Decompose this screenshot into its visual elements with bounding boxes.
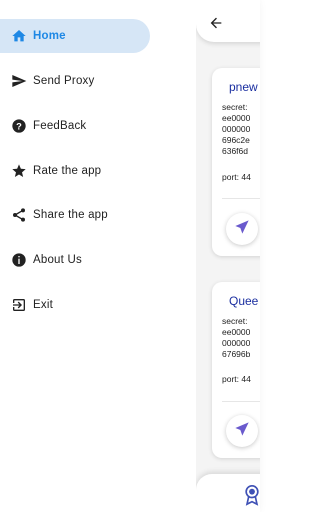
send-proxy-button[interactable] [226, 415, 258, 447]
menu-item-label: Send Proxy [33, 75, 95, 87]
exit-icon [10, 296, 28, 314]
port-text: port: 44 [222, 374, 251, 384]
divider [222, 198, 260, 199]
share-icon [10, 206, 28, 224]
proxy-card[interactable]: pnew secret: ee0000 000000 696c2e 636f6d… [212, 68, 260, 256]
secret-line: 696c2e [222, 135, 250, 145]
app-bar [196, 0, 260, 42]
send-icon [234, 219, 250, 240]
badge-icon[interactable] [242, 484, 260, 506]
menu-item-label: Home [33, 30, 66, 42]
menu-item-label: Share the app [33, 209, 108, 221]
info-icon [10, 251, 28, 269]
menu-item-label: FeedBack [33, 120, 87, 132]
main-content: pnew secret: ee0000 000000 696c2e 636f6d… [196, 0, 260, 512]
secret-line: ee0000 [222, 327, 251, 337]
menu-item-label: Rate the app [33, 165, 102, 177]
star-icon [10, 162, 28, 180]
menu-item-label: About Us [33, 254, 82, 266]
port-text: port: 44 [222, 172, 251, 182]
menu-item-home[interactable]: Home [0, 19, 150, 53]
secret-label: secret: [222, 316, 248, 326]
svg-text:?: ? [16, 121, 22, 131]
secret-line: 000000 [222, 124, 251, 134]
divider [222, 401, 260, 402]
secret-line: ee0000 [222, 113, 251, 123]
menu-item-share-app[interactable]: Share the app [0, 198, 150, 232]
menu-item-rate-app[interactable]: Rate the app [0, 154, 150, 188]
menu-item-exit[interactable]: Exit [0, 288, 150, 322]
secret-line: 67696b [222, 349, 251, 359]
help-icon: ? [10, 117, 28, 135]
bottom-navigation-bar [196, 474, 260, 512]
menu-item-label: Exit [33, 299, 53, 311]
send-proxy-button[interactable] [226, 213, 258, 245]
menu-item-about-us[interactable]: About Us [0, 243, 150, 277]
menu-item-send-proxy[interactable]: Send Proxy [0, 64, 150, 98]
home-icon [10, 27, 28, 45]
secret-line: 000000 [222, 338, 251, 348]
send-icon [234, 421, 250, 442]
secret-label: secret: [222, 102, 248, 112]
navigation-drawer: Home Send Proxy ? FeedBack Rate the app … [0, 0, 196, 512]
menu-item-feedback[interactable]: ? FeedBack [0, 109, 150, 143]
proxy-title: pnew [229, 80, 258, 94]
proxy-card[interactable]: Quee secret: ee0000 000000 67696b port: … [212, 282, 260, 458]
secret-line: 636f6d [222, 146, 248, 156]
proxy-title: Quee [229, 294, 259, 308]
send-icon [10, 72, 28, 90]
back-arrow-icon[interactable] [208, 15, 224, 31]
